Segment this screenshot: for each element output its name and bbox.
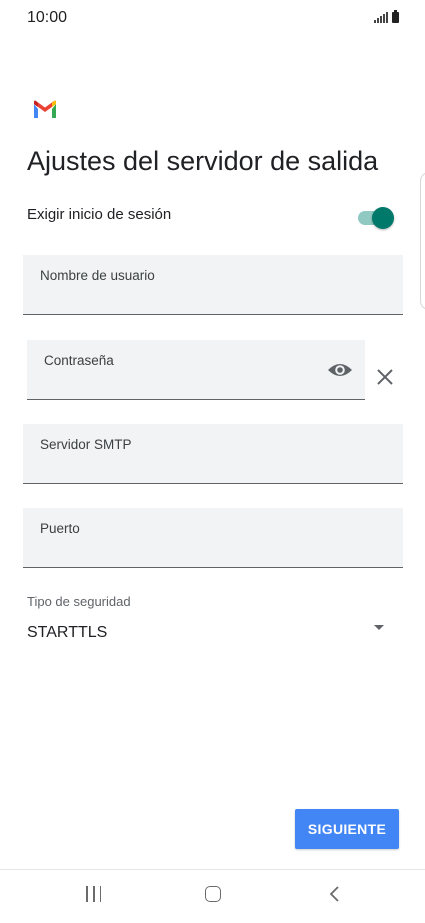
status-icons xyxy=(374,10,399,23)
username-label: Nombre de usuario xyxy=(40,268,155,283)
smtp-server-field[interactable]: Servidor SMTP xyxy=(23,424,403,484)
eye-icon[interactable] xyxy=(327,360,353,380)
edge-panel-handle[interactable] xyxy=(420,172,425,310)
back-icon[interactable] xyxy=(325,884,345,904)
password-field[interactable]: Contraseña xyxy=(27,340,365,400)
login-required-label: Exigir inicio de sesión xyxy=(27,206,172,223)
gmail-logo xyxy=(34,100,56,118)
security-type-select[interactable]: STARTTLS xyxy=(27,624,107,642)
dropdown-arrow-icon[interactable] xyxy=(374,625,384,630)
smtp-server-label: Servidor SMTP xyxy=(40,437,132,452)
toggle-knob xyxy=(372,207,394,229)
battery-icon xyxy=(392,10,399,23)
next-button[interactable]: SIGUIENTE xyxy=(295,809,399,849)
signal-icon xyxy=(374,12,388,23)
status-time: 10:00 xyxy=(27,9,68,26)
close-icon[interactable] xyxy=(374,366,396,388)
security-type-label: Tipo de seguridad xyxy=(27,594,131,609)
login-required-toggle[interactable] xyxy=(358,207,394,229)
home-icon[interactable] xyxy=(205,886,221,902)
password-label: Contraseña xyxy=(44,353,114,368)
recent-apps-icon[interactable] xyxy=(86,886,102,902)
port-label: Puerto xyxy=(40,521,80,536)
page-title: Ajustes del servidor de salida xyxy=(27,146,379,176)
username-field[interactable]: Nombre de usuario xyxy=(23,255,403,315)
port-field[interactable]: Puerto xyxy=(23,508,403,568)
